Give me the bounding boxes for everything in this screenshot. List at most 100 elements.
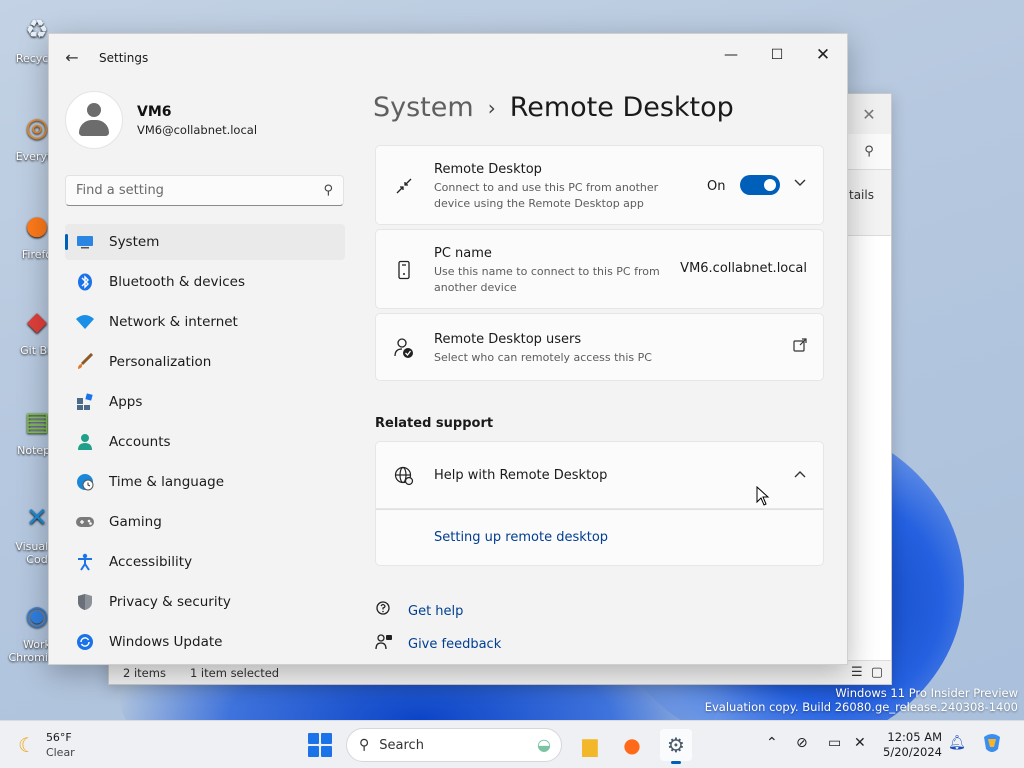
sidebar-item-label: Bluetooth & devices <box>109 274 246 290</box>
brush-icon <box>75 352 95 372</box>
accounts-icon <box>75 432 95 452</box>
user-profile[interactable]: VM6 VM6@collabnet.local <box>65 90 257 150</box>
close-icon: ✕ <box>862 104 876 124</box>
system-clock[interactable]: 12:05 AM 5/20/2024 <box>880 730 942 760</box>
globe-clock-icon <box>75 472 95 492</box>
show-hidden-icons-button[interactable]: ⌃ <box>766 735 778 751</box>
remote-desktop-icon <box>392 174 416 198</box>
sidebar-item-label: Personalization <box>109 354 212 370</box>
system-display-icon <box>75 232 95 252</box>
feedback-icon <box>375 633 395 655</box>
evaluation-watermark: Windows 11 Pro Insider Preview Evaluatio… <box>705 686 1018 714</box>
search-icon: ⚲ <box>359 737 370 753</box>
sidebar-nav: System Bluetooth & devices Network & int… <box>65 224 345 664</box>
sidebar-item-label: Accounts <box>109 434 171 450</box>
card-title: PC name <box>434 246 492 261</box>
search-input[interactable] <box>76 183 296 198</box>
windows-logo-icon <box>308 733 319 744</box>
moon-icon: ☾ <box>18 733 36 757</box>
get-help-label: Get help <box>408 603 464 619</box>
status-selected-count: 1 item selected <box>189 665 280 680</box>
notification-bell-icon[interactable]: 🔔︎ <box>948 735 966 751</box>
folder-icon: ▆ <box>582 733 598 757</box>
remote-desktop-card[interactable]: Remote Desktop Connect to and use this P… <box>375 145 824 225</box>
minimize-button[interactable]: — <box>709 40 753 70</box>
sidebar-item-accounts[interactable]: Accounts <box>65 424 345 460</box>
network-status-icon[interactable]: ⊘ <box>796 735 808 751</box>
clock-time: 12:05 AM <box>887 730 942 744</box>
taskbar-file-explorer[interactable]: ▆ <box>574 729 606 761</box>
update-icon <box>75 632 95 652</box>
weather-widget[interactable]: ☾ 56°F Clear <box>18 730 75 760</box>
remote-desktop-toggle[interactable] <box>740 175 780 195</box>
sidebar-item-accessibility[interactable]: Accessibility <box>65 544 345 580</box>
get-help-link[interactable]: Get help <box>375 600 463 622</box>
help-chat-icon <box>375 600 395 622</box>
back-button[interactable]: ← <box>61 48 83 68</box>
open-external-icon <box>793 338 807 356</box>
sidebar-item-label: Apps <box>109 394 143 410</box>
chevron-up-icon[interactable] <box>793 468 807 482</box>
sidebar-item-windows-update[interactable]: Windows Update <box>65 624 345 660</box>
title-bar: ← Settings — ☐ ✕ <box>49 34 847 80</box>
taskbar-settings[interactable]: ⚙ <box>660 729 692 764</box>
apps-icon <box>75 392 95 412</box>
breadcrumb-parent-system[interactable]: System <box>373 92 474 123</box>
avatar <box>65 91 123 149</box>
tiles-view-icon[interactable]: ▢ <box>871 665 883 680</box>
maximize-button[interactable]: ☐ <box>755 40 799 70</box>
chevron-down-icon[interactable] <box>793 177 807 191</box>
bluetooth-icon <box>75 272 95 292</box>
copilot-icon[interactable] <box>980 731 1004 759</box>
card-title: Remote Desktop <box>434 162 542 177</box>
sidebar-item-gaming[interactable]: Gaming <box>65 504 345 540</box>
start-button[interactable] <box>308 733 332 757</box>
toggle-state-label: On <box>707 179 726 194</box>
related-support-heading: Related support <box>375 416 494 431</box>
gamepad-icon <box>75 512 95 532</box>
volume-mute-icon[interactable]: ✕ <box>854 735 866 751</box>
display-icon[interactable]: ▭ <box>828 735 841 751</box>
sidebar-item-label: Gaming <box>109 514 162 530</box>
arrow-left-icon: ← <box>65 48 79 67</box>
breadcrumb: System › Remote Desktop <box>373 92 734 123</box>
card-description: Use this name to connect to this PC from… <box>434 265 660 294</box>
help-card-title: Help with Remote Desktop <box>434 468 608 483</box>
wifi-icon <box>75 312 95 332</box>
accessibility-icon <box>75 552 95 572</box>
user-silhouette-icon <box>79 103 109 137</box>
card-title: Remote Desktop users <box>434 332 582 347</box>
close-button[interactable]: ✕ <box>801 40 845 70</box>
taskbar-firefox[interactable]: ● <box>616 729 648 761</box>
taskbar: ☾ 56°F Clear ⚲ Search ◒ ▆ ● ⚙ ⌃ ⊘ ▭ ✕ 12… <box>0 720 1024 768</box>
user-check-icon <box>392 336 416 360</box>
maximize-icon: ☐ <box>770 47 784 63</box>
sidebar-item-privacy-security[interactable]: Privacy & security <box>65 584 345 620</box>
sidebar-item-network[interactable]: Network & internet <box>65 304 345 340</box>
details-view-icon[interactable]: ☰ <box>851 665 863 680</box>
globe-icon <box>392 464 416 488</box>
watermark-line-2: Evaluation copy. Build 26080.ge_release.… <box>704 700 1018 714</box>
settings-search-box[interactable]: ⚲ <box>65 175 344 206</box>
weather-temperature: 56°F <box>45 731 72 744</box>
setting-up-remote-desktop-link[interactable]: Setting up remote desktop <box>434 530 608 545</box>
sidebar-item-time-language[interactable]: Time & language <box>65 464 345 500</box>
sidebar-item-system[interactable]: System <box>65 224 345 260</box>
explorer-details-button[interactable]: tails <box>847 188 891 202</box>
sidebar-item-personalization[interactable]: Personalization <box>65 344 345 380</box>
sidebar-item-label: Windows Update <box>109 634 223 650</box>
profile-name: VM6 <box>137 103 172 120</box>
give-feedback-label: Give feedback <box>408 636 502 652</box>
explorer-close-button[interactable]: ✕ <box>847 94 891 134</box>
sidebar-item-bluetooth[interactable]: Bluetooth & devices <box>65 264 345 300</box>
app-title: Settings <box>99 51 149 65</box>
remote-desktop-users-card[interactable]: Remote Desktop users Select who can remo… <box>375 313 824 381</box>
search-icon: ⚲ <box>323 183 333 198</box>
help-remote-desktop-body: Setting up remote desktop <box>375 509 824 566</box>
taskbar-search-box[interactable]: ⚲ Search ◒ <box>346 728 562 762</box>
sidebar-item-apps[interactable]: Apps <box>65 384 345 420</box>
give-feedback-link[interactable]: Give feedback <box>375 633 501 655</box>
card-description: Connect to and use this PC from another … <box>434 181 659 210</box>
explorer-search-button[interactable]: ⚲ <box>847 134 891 170</box>
taskbar-search-label: Search <box>379 737 424 753</box>
